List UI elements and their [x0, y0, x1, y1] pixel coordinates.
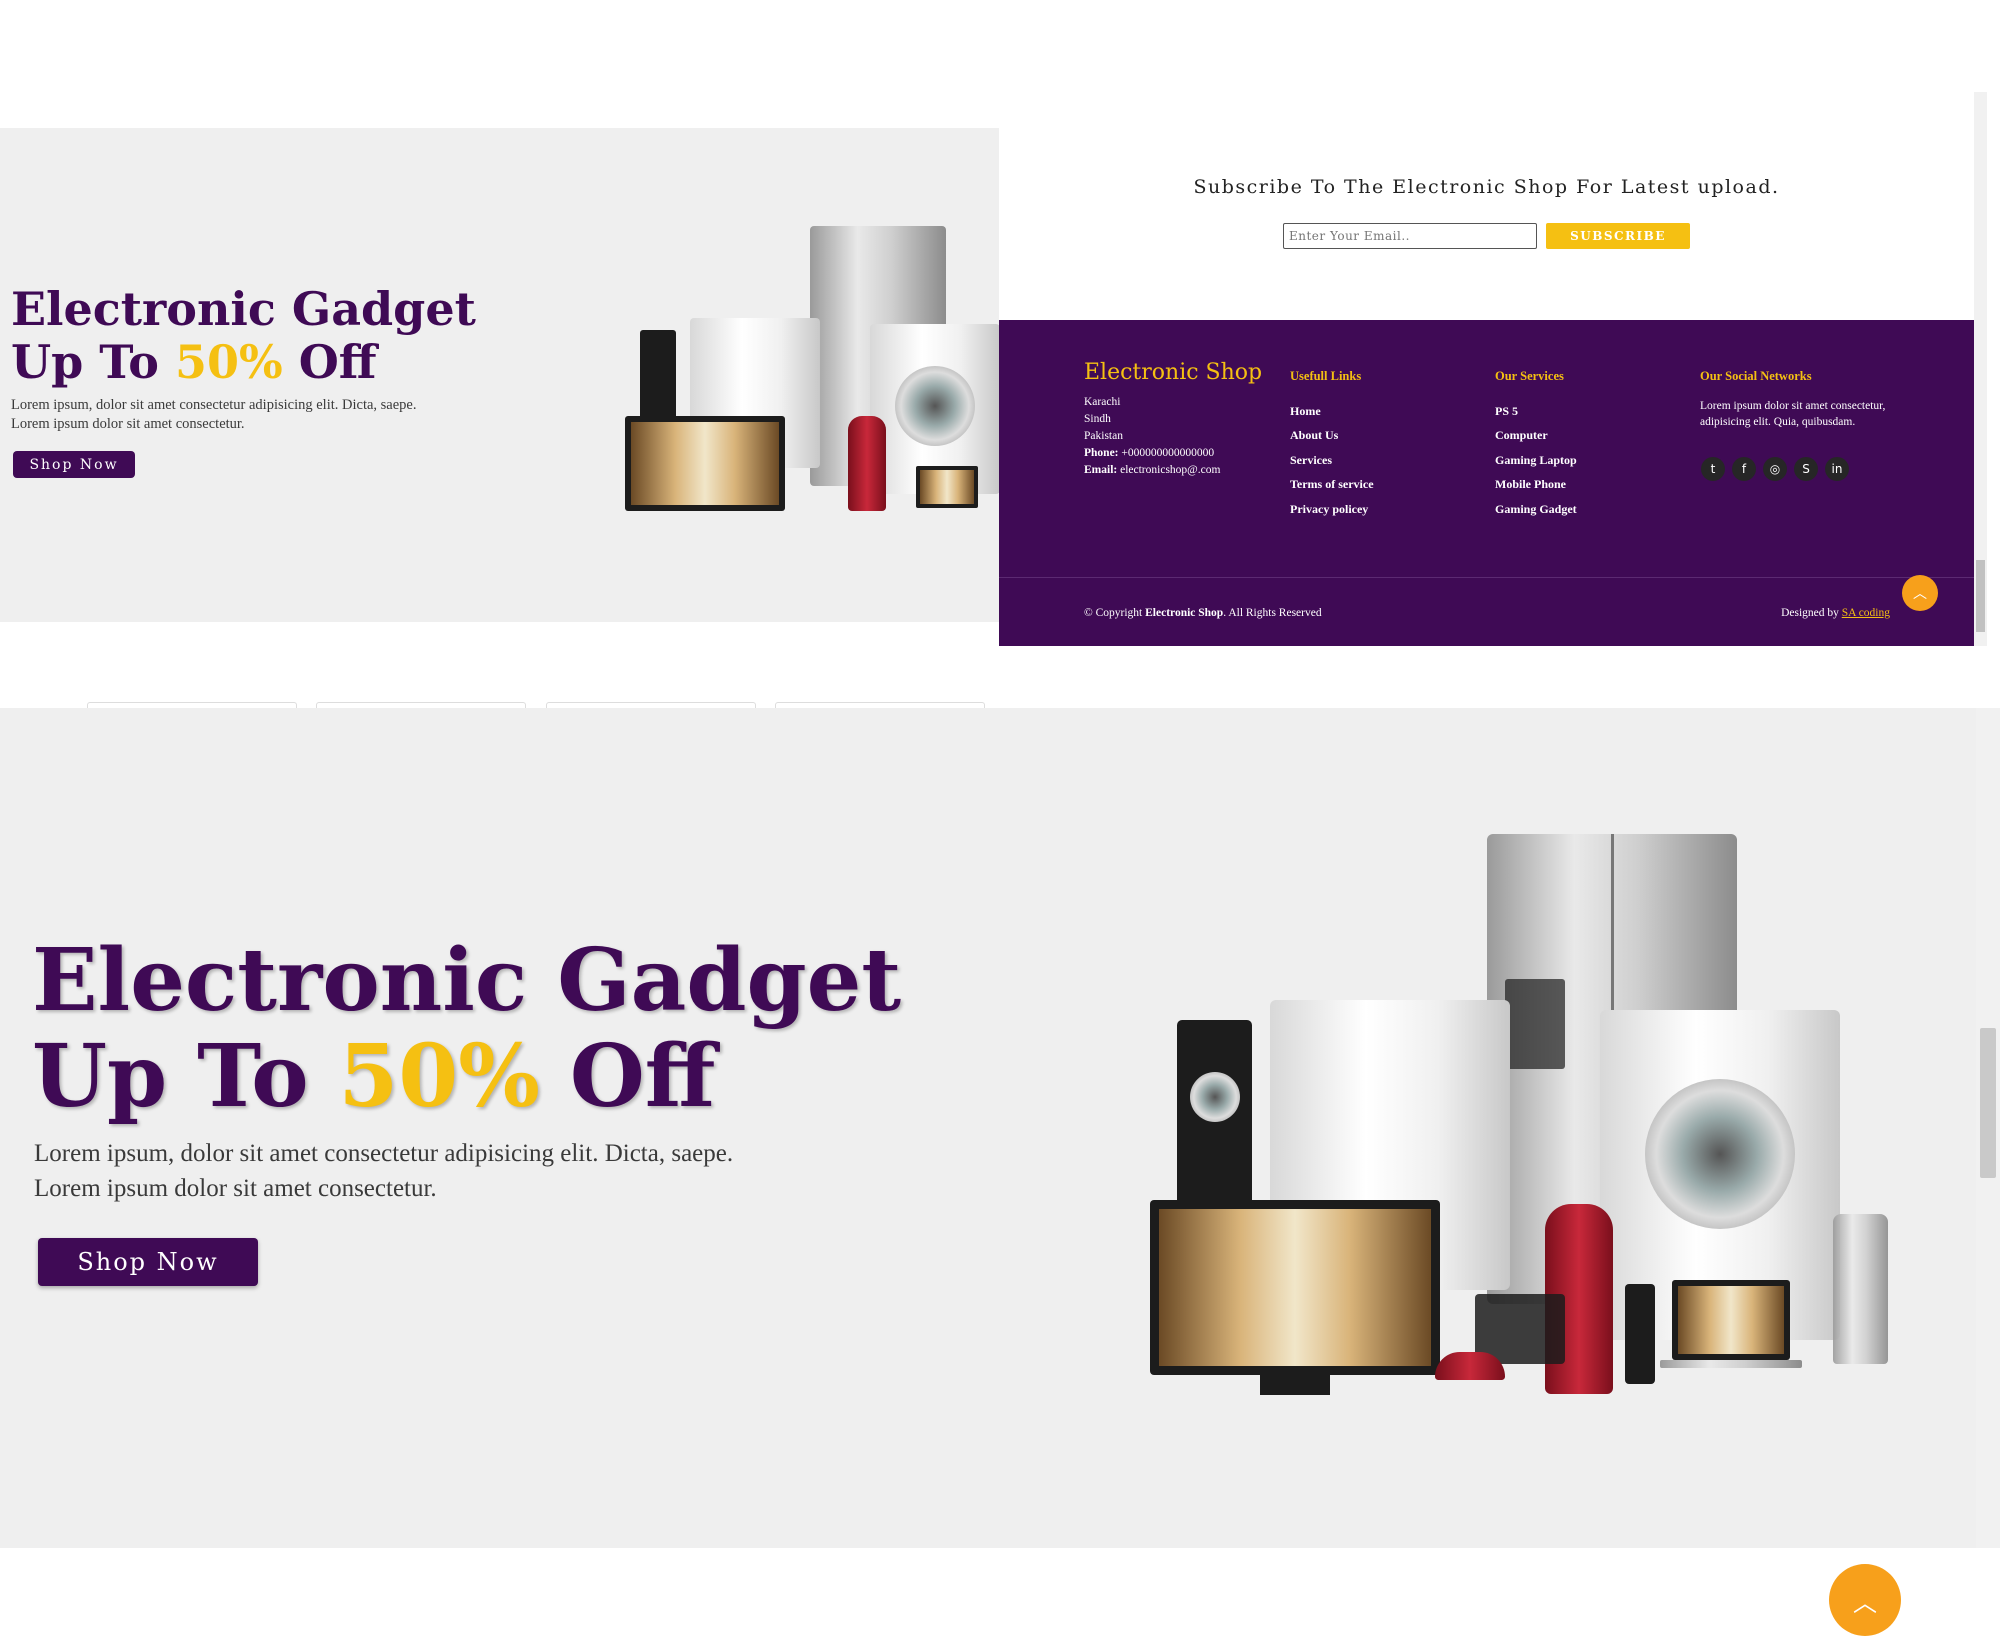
twitter-icon[interactable]: t [1701, 457, 1725, 481]
washer-drum-shape [895, 366, 975, 446]
facebook-icon[interactable]: f [1732, 457, 1756, 481]
linkedin-icon[interactable]: in [1825, 457, 1849, 481]
footer-link-privacy[interactable]: Privacy policey [1290, 502, 1368, 517]
back-to-top-button[interactable]: ︿ [1829, 1564, 1901, 1636]
tv-screen-shape [631, 422, 779, 505]
copyright-brand: Electronic Shop [1145, 607, 1224, 619]
copyright-prefix: © Copyright [1084, 607, 1146, 619]
service-link-gaming-laptop[interactable]: Gaming Laptop [1495, 453, 1577, 468]
footer-designed-by: Designed by SA coding [1781, 607, 1890, 619]
appliances-image [1145, 834, 1925, 1454]
social-description: Lorem ipsum dolor sit amet consectetur, … [1700, 400, 1886, 428]
hero-banner-large: Electronic Gadget Up To 50% Off Lorem ip… [0, 708, 1976, 1548]
footer-phone: Phone: +000000000000000 [1084, 445, 1220, 462]
page-scrollbar-thumb[interactable] [1980, 1028, 1996, 1178]
service-link-mobile-phone[interactable]: Mobile Phone [1495, 477, 1566, 492]
hero-title-line1: Electronic Gadget [32, 930, 902, 1031]
copyright-suffix: . All Rights Reserved [1223, 607, 1322, 619]
footer: Electronic Shop Karachi Sindh Pakistan P… [999, 320, 1974, 646]
service-link-gaming-gadget[interactable]: Gaming Gadget [1495, 502, 1577, 517]
footer-copyright: © Copyright Electronic Shop. All Rights … [1084, 607, 1322, 619]
fridge-dispenser-shape [1505, 979, 1565, 1069]
address-country: Pakistan [1084, 430, 1123, 442]
hero-title-line2: Up To 50% Off [11, 336, 476, 389]
hero-title-line1: Electronic Gadget [11, 282, 476, 336]
chevron-up-icon: ︿ [1913, 586, 1927, 602]
subscribe-title: Subscribe To The Electronic Shop For Lat… [1193, 176, 1780, 198]
hero-title-suffix: Off [282, 335, 377, 389]
service-link-ps5[interactable]: PS 5 [1495, 404, 1518, 419]
designed-by-prefix: Designed by [1781, 607, 1842, 619]
phone-value: +000000000000000 [1121, 447, 1215, 459]
appliances-image [620, 226, 999, 556]
hero-title-prefix: Up To [11, 335, 175, 389]
footer-brand: Electronic Shop [1084, 360, 1263, 385]
scrollbar-thumb[interactable] [1976, 560, 1985, 632]
speaker-cone-shape [1190, 1072, 1240, 1122]
subscribe-email-input[interactable] [1283, 223, 1537, 249]
hero-title-line2: Up To 50% Off [32, 1029, 901, 1125]
footer-link-home[interactable]: Home [1290, 404, 1321, 419]
footer-link-services[interactable]: Services [1290, 453, 1332, 468]
tv-screen-shape [1159, 1209, 1431, 1366]
hero-description-line2: Lorem ipsum dolor sit amet consectetur. [34, 1175, 437, 1202]
hero-description-line1: Lorem ipsum, dolor sit amet consectetur … [34, 1140, 734, 1167]
hero-title-prefix: Up To [32, 1026, 339, 1127]
footer-link-terms[interactable]: Terms of service [1290, 477, 1374, 492]
back-to-top-button[interactable]: ︿ [1902, 575, 1938, 611]
designer-link[interactable]: SA coding [1842, 607, 1890, 619]
services-heading: Our Services [1495, 369, 1564, 383]
instagram-icon[interactable]: ◎ [1763, 457, 1787, 481]
hero-discount: 50% [338, 1026, 540, 1127]
footer-link-about[interactable]: About Us [1290, 428, 1338, 443]
subscribe-button[interactable]: SUBSCRIBE [1546, 223, 1690, 249]
washer-drum-shape [1645, 1079, 1795, 1229]
email-value: electronicshop@.com [1120, 464, 1221, 476]
footer-email: Email: electronicshop@.com [1084, 462, 1220, 479]
subscribe-section [999, 92, 1974, 320]
blender-shape [1833, 1214, 1888, 1364]
hero-description: Lorem ipsum, dolor sit amet consectetur … [34, 1136, 733, 1206]
skype-icon[interactable]: S [1794, 457, 1818, 481]
address-city: Karachi [1084, 396, 1121, 408]
hero-title: Electronic Gadget Up To 50% Off [32, 933, 901, 1125]
laptop-screen-shape [920, 470, 974, 504]
laptop-screen-shape [1678, 1286, 1784, 1354]
hero-title-suffix: Off [539, 1026, 716, 1127]
hero-title: Electronic Gadget Up To 50% Off [11, 283, 476, 389]
hero-banner-small: Electronic Gadget Up To 50% Off Lorem ip… [0, 128, 999, 622]
hero-discount: 50% [174, 335, 283, 389]
hero-description-line1: Lorem ipsum, dolor sit amet consectetur … [11, 397, 417, 413]
shop-now-button[interactable]: Shop Now [38, 1238, 258, 1286]
vacuum-shape [848, 416, 886, 511]
laptop-base-shape [1660, 1360, 1802, 1368]
phone-label: Phone: [1084, 447, 1119, 459]
footer-divider [999, 577, 1974, 578]
tv-stand-shape [1260, 1375, 1330, 1395]
iron-shape [1435, 1352, 1505, 1380]
social-heading: Our Social Networks [1700, 369, 1812, 383]
hero-description-line2: Lorem ipsum dolor sit amet consectetur. [11, 416, 245, 432]
chevron-up-icon: ︿ [1853, 1588, 1877, 1617]
email-label: Email: [1084, 464, 1118, 476]
address-province: Sindh [1084, 413, 1111, 425]
footer-address: Karachi Sindh Pakistan Phone: +000000000… [1084, 394, 1220, 479]
phone-shape [1625, 1284, 1655, 1384]
shop-now-button[interactable]: Shop Now [13, 451, 135, 478]
hero-description: Lorem ipsum, dolor sit amet consectetur … [11, 396, 416, 434]
useful-links-heading: Usefull Links [1290, 369, 1362, 383]
service-link-computer[interactable]: Computer [1495, 428, 1548, 443]
